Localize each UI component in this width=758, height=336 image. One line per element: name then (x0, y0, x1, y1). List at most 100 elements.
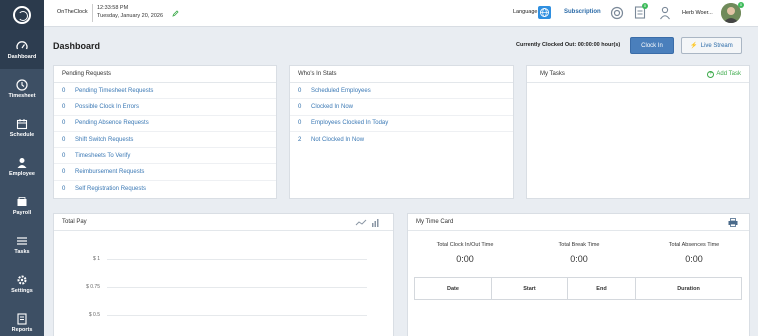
card-header: My Time Card (408, 214, 749, 231)
item-link[interactable]: Pending Absence Requests (75, 120, 149, 126)
stat-label: Total Absences Time (668, 242, 720, 248)
list-item[interactable]: 0 Pending Absence Requests (54, 116, 276, 132)
grid-line (107, 287, 367, 288)
sidebar-item-settings[interactable]: Settings (0, 264, 44, 303)
item-link[interactable]: Timesheets To Verify (75, 153, 130, 159)
sidebar-item-employee[interactable]: Employee (0, 147, 44, 186)
subscription-link[interactable]: Subscription (564, 9, 601, 15)
divider (92, 4, 93, 22)
plus-circle-icon: + (707, 71, 715, 78)
count: 0 (62, 136, 66, 143)
sidebar-item-reports[interactable]: Reports (0, 303, 44, 336)
count: 0 (62, 169, 66, 176)
add-task-label: Add Task (716, 71, 741, 77)
count: 2 (298, 137, 302, 144)
language-button[interactable] (538, 6, 551, 19)
notifications-button[interactable]: 0 (634, 3, 648, 21)
card-title: Who's In Stats (290, 66, 513, 83)
count: 0 (62, 152, 66, 159)
list-item[interactable]: 0 Clocked In Now (290, 99, 513, 116)
lightning-icon: ⚡ (690, 43, 698, 49)
report-icon (17, 312, 27, 325)
item-link[interactable]: Shift Switch Requests (75, 137, 133, 143)
stat-value: 0:00 (685, 254, 703, 264)
list-item[interactable]: 0 Shift Switch Requests (54, 132, 276, 149)
clock-icon (16, 78, 28, 91)
live-stream-label: Live Stream (700, 42, 733, 49)
item-link[interactable]: Employees Clocked In Today (311, 120, 388, 126)
item-link[interactable]: Not Clocked In Now (311, 137, 364, 143)
item-link[interactable]: Reimbursement Requests (75, 169, 144, 175)
sidebar-item-label: Schedule (9, 131, 35, 138)
sidebar-item-payroll[interactable]: Payroll (0, 186, 44, 225)
sidebar-item-label: Timesheet (8, 92, 36, 99)
count: 0 (298, 87, 302, 94)
card-title: Pending Requests (54, 66, 276, 83)
clock-status: Currently Clocked Out: 00:00:00 hour(s) (516, 42, 621, 48)
count: 0 (298, 103, 302, 110)
bar-chart-icon[interactable] (371, 219, 379, 227)
list-item[interactable]: 0 Self Registration Requests (54, 181, 276, 197)
total-pay-card: Total Pay (53, 213, 394, 336)
sidebar-item-schedule[interactable]: Schedule (0, 108, 44, 147)
sidebar-item-tasks[interactable]: Tasks (0, 225, 44, 264)
count: 0 (298, 120, 302, 127)
avatar-badge: 0 (738, 2, 744, 8)
list-icon (17, 236, 27, 245)
y-tick-label: $ 0.5 (88, 312, 100, 318)
count: 0 (62, 87, 66, 94)
sidebar-item-timesheet[interactable]: Timesheet (0, 69, 44, 108)
time-card-table-header: Date Start End Duration (414, 277, 742, 300)
item-link[interactable]: Self Registration Requests (75, 186, 146, 192)
card-title: My Tasks (540, 71, 565, 77)
print-icon[interactable] (728, 218, 738, 227)
list-item[interactable]: 0 Possible Clock In Errors (54, 99, 276, 116)
list-item[interactable]: 0 Scheduled Employees (290, 83, 513, 100)
sidebar-item-dashboard[interactable]: Dashboard (0, 30, 44, 69)
user-profile-icon[interactable] (659, 6, 671, 20)
my-tasks-card: My Tasks + Add Task (526, 65, 750, 199)
count: 0 (62, 103, 66, 110)
company-name: OnTheClock (57, 9, 88, 15)
current-date: Tuesday, January 20, 2026 (97, 13, 164, 19)
my-time-card: My Time Card (407, 213, 750, 336)
support-lifebuoy-icon[interactable] (610, 6, 624, 20)
sidebar: Dashboard Timesheet Schedule Employee Pa… (0, 0, 44, 336)
card-title: Total Pay (62, 219, 87, 225)
line-chart-icon[interactable] (355, 219, 367, 227)
count: 0 (62, 120, 66, 127)
list-item[interactable]: 0 Timesheets To Verify (54, 148, 276, 165)
card-title: My Time Card (416, 219, 454, 225)
user-name[interactable]: Herb Woer... (682, 10, 713, 16)
column-header[interactable]: Date (415, 278, 492, 299)
pending-requests-card: Pending Requests 0 Pending Timesheet Requ… (53, 65, 277, 199)
sidebar-item-label: Reports (11, 326, 33, 333)
item-link[interactable]: Pending Timesheet Requests (75, 88, 153, 94)
clock-in-button[interactable]: Clock In (630, 37, 674, 54)
column-header[interactable]: Start (492, 278, 568, 299)
live-stream-button[interactable]: ⚡ Live Stream (681, 37, 742, 54)
list-item[interactable]: 0 Pending Timesheet Requests (54, 83, 276, 100)
item-link[interactable]: Clocked In Now (311, 104, 353, 110)
list-item[interactable]: 0 Reimbursement Requests (54, 164, 276, 181)
count: 0 (62, 185, 66, 192)
add-task-button[interactable]: + Add Task (707, 71, 741, 78)
gear-icon (17, 275, 27, 284)
stat-value: 0:00 (456, 254, 474, 264)
list-item[interactable]: 0 Employees Clocked In Today (290, 116, 513, 132)
card-header: Total Pay (54, 214, 393, 231)
column-header[interactable]: Duration (636, 278, 741, 299)
list-item[interactable]: 2 Not Clocked In Now (290, 132, 513, 148)
sidebar-item-label: Tasks (14, 248, 30, 255)
grid-line (107, 259, 367, 260)
item-link[interactable]: Possible Clock In Errors (75, 104, 139, 110)
column-header[interactable]: End (568, 278, 636, 299)
logo-icon (13, 6, 31, 24)
item-link[interactable]: Scheduled Employees (311, 88, 371, 94)
calendar-icon (16, 118, 28, 129)
app-logo[interactable] (0, 0, 44, 30)
edit-pencil-icon[interactable] (172, 10, 179, 17)
sidebar-item-label: Settings (11, 287, 33, 294)
whos-in-stats-card: Who's In Stats 0 Scheduled Employees 0 Clo… (289, 65, 514, 199)
stat-label: Total Clock In/Out Time (436, 242, 494, 248)
